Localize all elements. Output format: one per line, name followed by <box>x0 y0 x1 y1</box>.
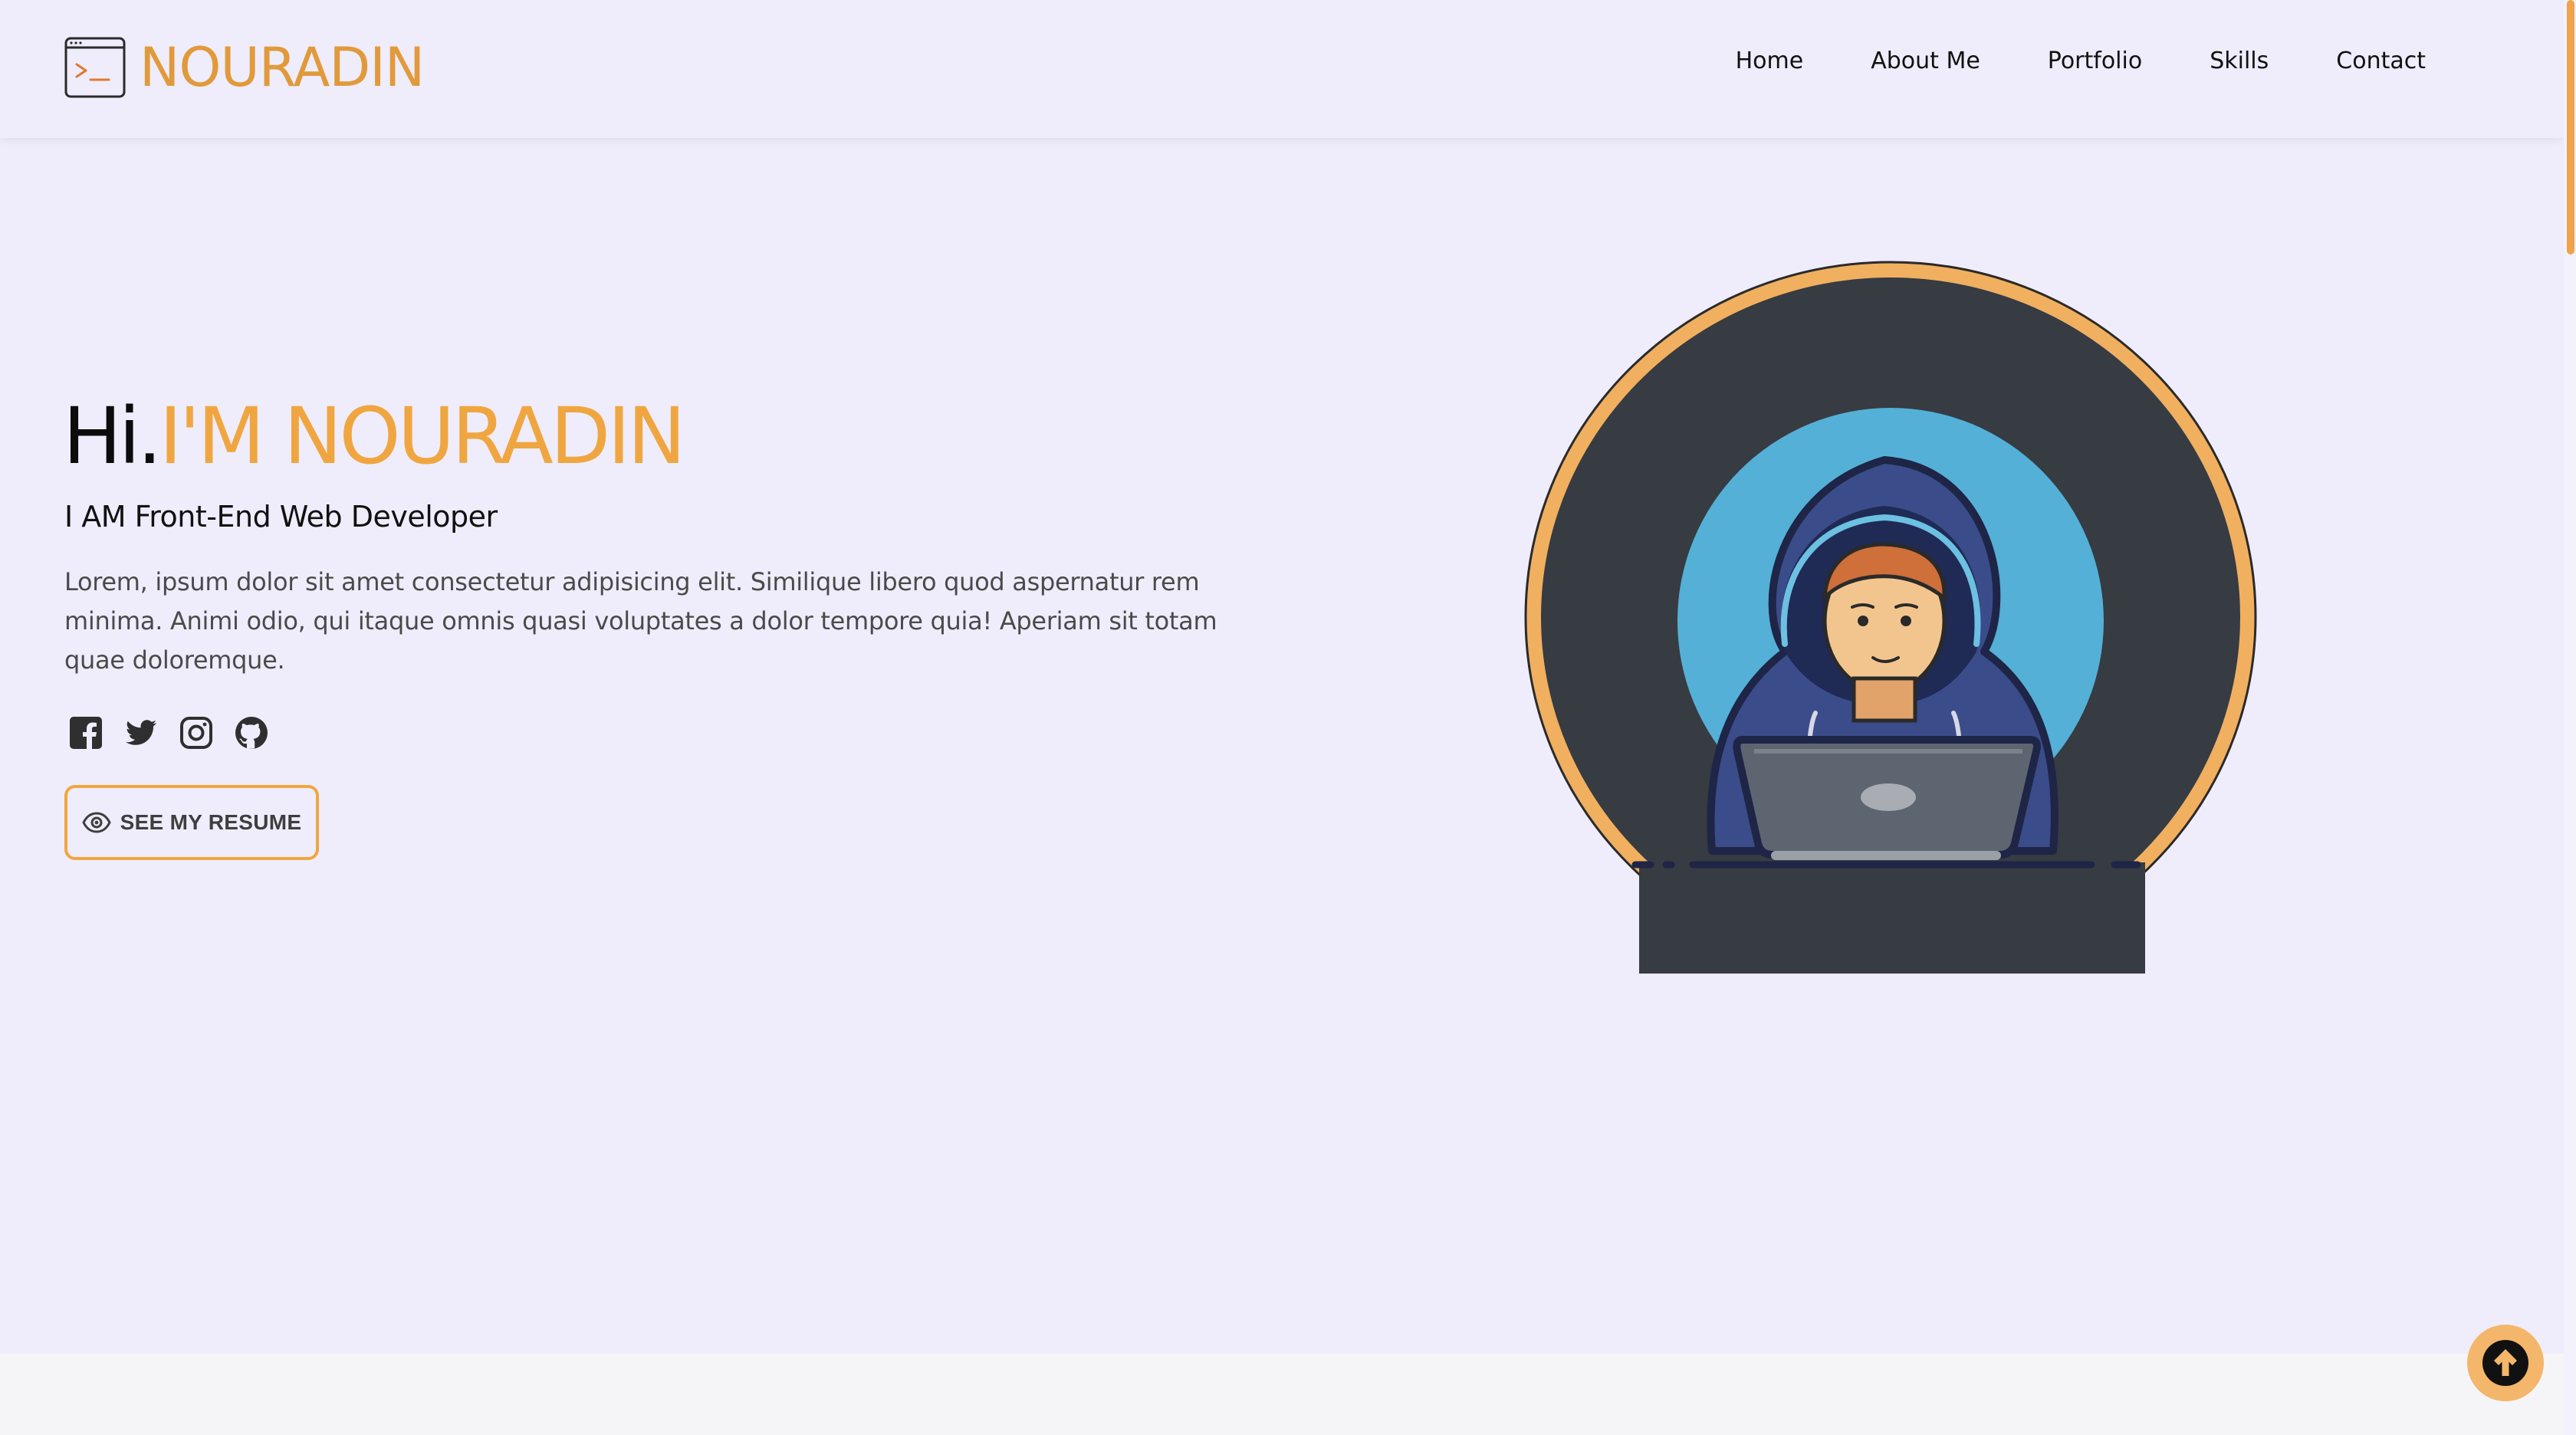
next-section-edge <box>0 1354 2564 1435</box>
developer-avatar <box>1524 261 2257 974</box>
nav-contact[interactable]: Contact <box>2302 43 2459 80</box>
page-scrollbar[interactable] <box>2564 0 2576 1435</box>
scrollbar-thumb[interactable] <box>2567 0 2574 254</box>
page: NOURADIN Home About Me Portfolio Skills … <box>0 0 2576 1435</box>
nav-menu: Home About Me Portfolio Skills Contact <box>1702 43 2459 80</box>
see-resume-button[interactable]: SEE MY RESUME <box>64 785 319 860</box>
logo[interactable]: NOURADIN <box>64 36 425 99</box>
eye-icon <box>81 812 111 833</box>
hero-description: Lorem, ipsum dolor sit amet consectetur … <box>64 567 1217 675</box>
nav-about-me[interactable]: About Me <box>1837 43 2014 80</box>
navbar: NOURADIN Home About Me Portfolio Skills … <box>0 0 2564 138</box>
arrow-up-circle-icon <box>2482 1340 2528 1386</box>
terminal-window-icon <box>64 37 126 98</box>
hero-subtitle: I AM Front-End Web Developer <box>64 500 498 534</box>
nav-portfolio[interactable]: Portfolio <box>2014 43 2176 80</box>
nav-skills[interactable]: Skills <box>2176 43 2302 80</box>
hero-title: Hi.I'M NOURADIN <box>63 391 686 483</box>
github-icon[interactable] <box>233 714 270 751</box>
social-links <box>67 714 270 751</box>
hero-name: I'M NOURADIN <box>159 391 685 482</box>
logo-text: NOURADIN <box>140 36 425 99</box>
see-resume-label: SEE MY RESUME <box>120 810 302 834</box>
twitter-icon[interactable] <box>123 714 159 751</box>
nav-home[interactable]: Home <box>1702 43 1838 80</box>
hero-greeting: Hi. <box>63 391 162 482</box>
facebook-icon[interactable] <box>67 714 104 751</box>
instagram-icon[interactable] <box>178 714 215 751</box>
back-to-top-button[interactable] <box>2467 1325 2544 1401</box>
